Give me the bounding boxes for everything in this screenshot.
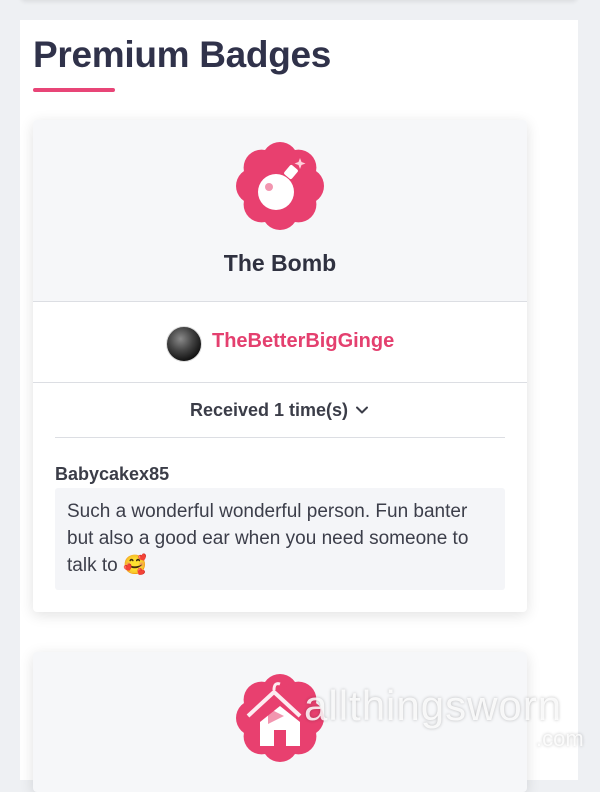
received-toggle[interactable]: Received 1 time(s)	[55, 383, 505, 438]
received-label: Received 1 time(s)	[189, 399, 349, 420]
review-author[interactable]: Babycakex85	[55, 464, 169, 485]
review-message: Such a wonderful wonderful person. Fun b…	[67, 498, 493, 579]
review-message-box: Such a wonderful wonderful person. Fun b…	[55, 488, 505, 590]
smiling-hearts-emoji: 🥰	[122, 554, 147, 576]
avatar[interactable]	[166, 326, 202, 362]
awarder-link[interactable]: TheBetterBigGinge	[212, 330, 394, 353]
house-icon	[236, 674, 324, 762]
badge-card: The Bomb TheBetterBigGinge Received 1 ti…	[33, 120, 527, 612]
badge-card	[33, 652, 527, 792]
bomb-icon	[236, 142, 324, 230]
chevron-down-icon	[356, 406, 369, 414]
section-title: Premium Badges	[33, 34, 332, 75]
badge-name: The Bomb	[223, 250, 337, 276]
awarder-row: TheBetterBigGinge	[33, 302, 527, 383]
badge-header: The Bomb	[33, 120, 527, 302]
title-underline	[33, 88, 115, 92]
